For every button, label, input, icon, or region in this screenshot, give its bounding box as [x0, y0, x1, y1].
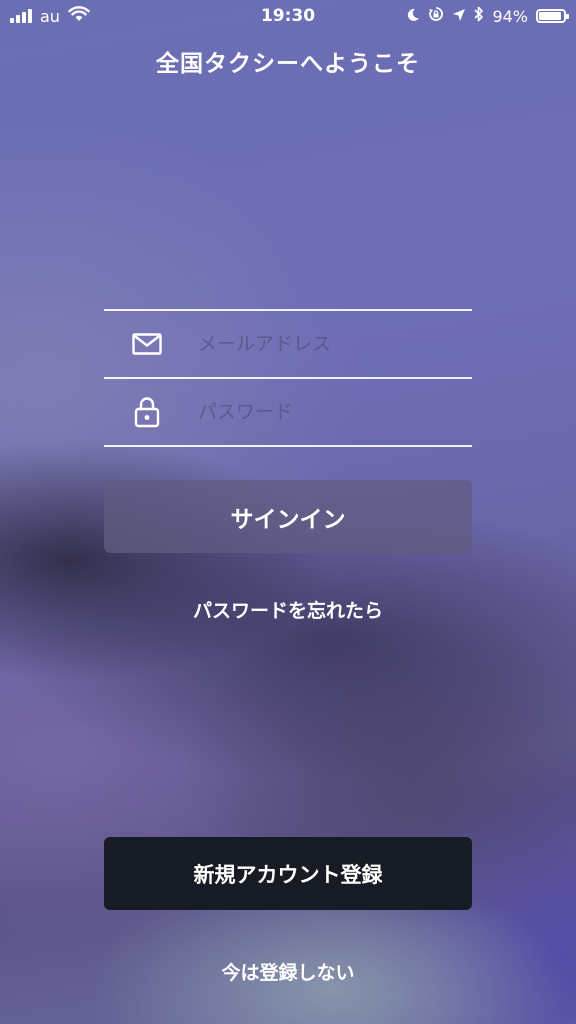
skip-registration-link[interactable]: 今は登録しない [0, 958, 576, 985]
status-right: 94% [406, 6, 569, 26]
register-button[interactable]: 新規アカウント登録 [104, 837, 472, 910]
signin-button[interactable]: サインイン [104, 480, 472, 553]
password-field-row [104, 377, 472, 447]
status-bar: au 19:30 94% [0, 0, 576, 32]
forgot-password-link[interactable]: パスワードを忘れたら [0, 596, 576, 623]
login-form [104, 309, 472, 447]
password-input[interactable] [198, 393, 458, 431]
page-title: 全国タクシーへようこそ [156, 51, 420, 77]
lock-icon [131, 396, 163, 428]
email-field-row [104, 309, 472, 377]
rotation-lock-icon [428, 6, 444, 26]
email-input[interactable] [198, 325, 458, 363]
moon-icon [406, 7, 420, 26]
battery-icon [536, 9, 569, 23]
location-arrow-icon [452, 7, 466, 26]
mail-icon [131, 328, 163, 360]
bluetooth-icon [474, 6, 484, 26]
battery-percent: 94% [492, 6, 528, 26]
battery-fill [539, 12, 562, 20]
